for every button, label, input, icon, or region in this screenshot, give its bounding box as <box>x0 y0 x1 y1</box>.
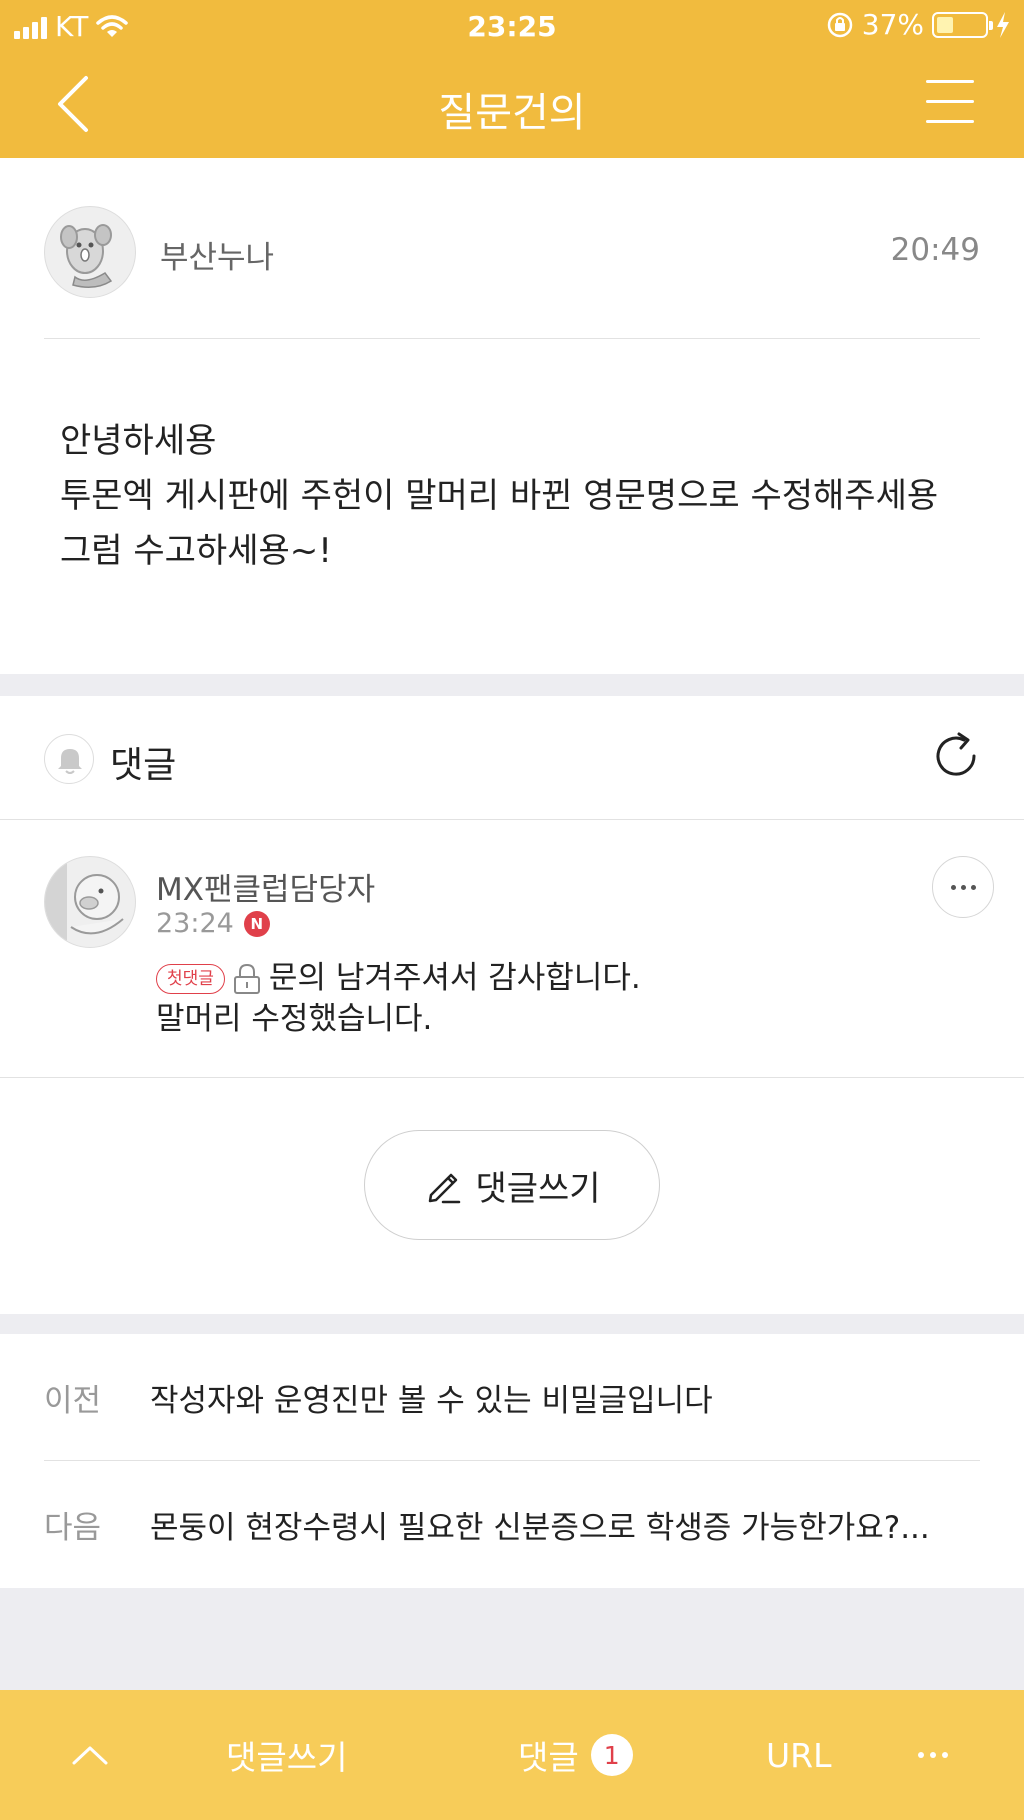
comment-text: 문의 남겨주셔서 감사합니다. <box>268 960 641 996</box>
url-button[interactable]: URL <box>766 1690 831 1820</box>
prev-post-link[interactable]: 이전 작성자와 운영진만 볼 수 있는 비밀글입니다 <box>44 1334 980 1461</box>
status-bar: KT 23:25 37% <box>0 0 1024 50</box>
write-comment-label: 댓글쓰기 <box>475 1168 601 1209</box>
post-time: 20:49 <box>890 232 980 268</box>
bottom-write-comment-button[interactable]: 댓글쓰기 <box>226 1690 347 1820</box>
new-badge: N <box>243 910 270 937</box>
divider <box>44 338 980 339</box>
comment-time: 23:24 <box>156 908 234 939</box>
comment-text: 말머리 수정했습니다. <box>156 1001 433 1037</box>
comment-more-button[interactable] <box>932 856 994 918</box>
battery-icon <box>932 11 993 38</box>
post-line: 그럼 수고하세용~! <box>60 531 332 571</box>
comment-body: 첫댓글 문의 남겨주셔서 감사합니다. 말머리 수정했습니다. <box>156 958 641 1040</box>
prev-post-title: 작성자와 운영진만 볼 수 있는 비밀글입니다 <box>150 1382 713 1419</box>
status-right: 37% <box>826 8 1010 41</box>
author-name[interactable]: 부산누나 <box>160 232 274 277</box>
charging-bolt-icon <box>997 11 1009 38</box>
comments-section: 댓글 MX팬클럽담당자 23:24 N 첫댓글 문의 남겨주셔서 감사합니다. … <box>0 696 1024 1314</box>
battery-percent: 37% <box>861 8 924 41</box>
header-bar: 질문건의 <box>0 50 1024 158</box>
prev-label: 이전 <box>44 1382 102 1419</box>
post-navigation: 이전 작성자와 운영진만 볼 수 있는 비밀글입니다 다음 몬둥이 현장수령시 … <box>0 1334 1024 1588</box>
more-options-icon[interactable] <box>918 1690 948 1820</box>
post-line: 투몬엑 게시판에 주헌이 말머리 바뀐 영문명으로 수정해주세용 <box>60 476 939 516</box>
post-card: 부산누나 20:49 안녕하세용 투몬엑 게시판에 주헌이 말머리 바뀐 영문명… <box>0 158 1024 674</box>
comment-meta: 23:24 N <box>156 908 270 939</box>
comments-title: 댓글 <box>110 745 177 786</box>
dog-avatar-icon <box>60 224 113 288</box>
next-post-link[interactable]: 다음 몬둥이 현장수령시 필요한 신분증으로 학생증 가능한가요?... <box>44 1461 980 1588</box>
comment-count-badge: 1 <box>590 1734 633 1776</box>
menu-icon[interactable] <box>926 80 974 126</box>
scroll-top-button[interactable] <box>70 1690 110 1820</box>
pencil-icon <box>429 1173 461 1204</box>
author-avatar[interactable] <box>44 206 136 298</box>
comment-item: MX팬클럽담당자 23:24 N 첫댓글 문의 남겨주셔서 감사합니다. 말머리… <box>0 820 1024 1078</box>
refresh-icon[interactable] <box>930 730 982 782</box>
next-post-title: 몬둥이 현장수령시 필요한 신분증으로 학생증 가능한가요?... <box>150 1510 930 1546</box>
lock-icon <box>233 963 260 994</box>
bottom-comments-button[interactable]: 댓글 1 <box>518 1690 633 1820</box>
chevron-up-icon <box>72 1746 108 1765</box>
rotation-lock-icon <box>827 12 853 37</box>
bell-icon[interactable] <box>44 734 94 784</box>
commenter-avatar[interactable] <box>44 856 136 948</box>
next-label: 다음 <box>44 1510 102 1546</box>
comments-header: 댓글 <box>0 696 1024 820</box>
first-comment-tag: 첫댓글 <box>156 963 225 994</box>
commenter-name[interactable]: MX팬클럽담당자 <box>156 864 375 909</box>
character-avatar-icon <box>45 857 124 947</box>
bottom-comments-label: 댓글 <box>518 1738 579 1777</box>
post-body: 안녕하세용 투몬엑 게시판에 주헌이 말머리 바뀐 영문명으로 수정해주세용 그… <box>60 414 980 579</box>
page-title: 질문건의 <box>438 90 586 136</box>
bottom-toolbar: 댓글쓰기 댓글 1 URL <box>0 1690 1024 1820</box>
post-line: 안녕하세용 <box>60 421 217 461</box>
write-comment-button[interactable]: 댓글쓰기 <box>364 1130 660 1240</box>
